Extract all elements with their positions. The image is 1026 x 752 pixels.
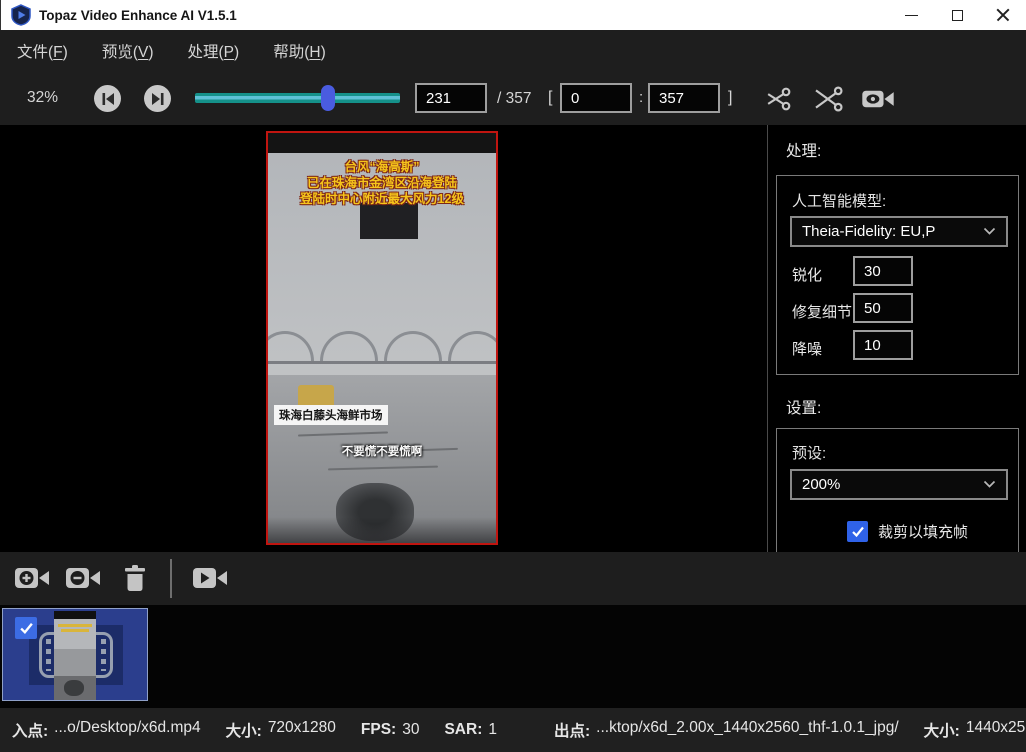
status-sar: SAR:1 — [444, 721, 497, 739]
remove-video-button[interactable] — [65, 563, 101, 593]
camera-plus-icon — [14, 565, 50, 591]
range-end-input[interactable] — [648, 83, 720, 113]
timeline-handle[interactable] — [321, 85, 335, 111]
camera-play-icon — [192, 565, 228, 591]
total-frames-label: / 357 — [497, 90, 531, 108]
preset-select-value: 200% — [802, 476, 983, 493]
status-output-path: 出点:...ktop/x6d_2.00x_1440x2560_thf-1.0.1… — [554, 719, 899, 741]
sharpen-input[interactable] — [853, 256, 913, 286]
window-title: Topaz Video Enhance AI V1.5.1 — [39, 8, 237, 23]
zoom-percent-label: 32% — [27, 89, 58, 107]
camera-eye-icon — [861, 87, 895, 111]
scissors-split-icon — [814, 86, 844, 112]
clip-strip — [0, 605, 1026, 708]
topaz-logo-icon — [10, 4, 32, 26]
status-output-size: 大小:1440x2560 — [924, 719, 1026, 741]
clip-toolbar — [0, 552, 1026, 605]
processing-header: 处理: — [786, 139, 821, 161]
camera-minus-icon — [65, 565, 101, 591]
clip-thumbnail-selected[interactable] — [2, 608, 148, 701]
minimize-icon — [905, 15, 918, 16]
skip-back-icon — [101, 92, 115, 106]
menu-file[interactable]: 文件(F) — [13, 36, 72, 66]
range-start-input[interactable] — [560, 83, 632, 113]
cut-button[interactable] — [762, 85, 796, 113]
menu-help[interactable]: 帮助(H) — [269, 36, 330, 66]
settings-header: 设置: — [786, 396, 821, 418]
range-open-bracket: [ — [548, 89, 552, 107]
crop-to-fill-label: 裁剪以填充帧 — [878, 521, 968, 542]
menu-bar: 文件(F) 预览(V) 处理(P) 帮助(H) — [0, 30, 1026, 72]
model-select[interactable]: Theia-Fidelity: EU,P — [790, 216, 1008, 247]
scissors-icon — [765, 86, 793, 112]
denoise-label: 降噪 — [792, 338, 822, 359]
preset-label: 预设: — [792, 442, 826, 463]
menu-preview[interactable]: 预览(V) — [98, 36, 158, 66]
process-video-button[interactable] — [192, 563, 228, 593]
clip-select-checkbox[interactable] — [15, 617, 37, 639]
window-controls — [888, 0, 1026, 30]
preview-button[interactable] — [861, 85, 895, 113]
thumbnail-image — [54, 611, 96, 700]
close-button[interactable] — [980, 0, 1026, 30]
chevron-down-icon — [983, 227, 996, 236]
prev-frame-button[interactable] — [94, 85, 121, 112]
playback-toolbar: 32% / 357 [ : ] — [0, 72, 1026, 125]
settings-group: 预设: 200% 裁剪以填充帧 — [776, 428, 1019, 552]
restore-detail-input[interactable] — [853, 293, 913, 323]
video-viewport: 台风“海高斯” 已在珠海市金湾区沿海登陆 登陆时中心附近最大风力12级 — [0, 125, 767, 552]
app-window: Topaz Video Enhance AI V1.5.1 文件(F) 预览(V… — [0, 0, 1026, 752]
maximize-icon — [952, 10, 963, 21]
check-icon — [19, 621, 34, 635]
video-overlay-title: 台风“海高斯” 已在珠海市金湾区沿海登陆 登陆时中心附近最大风力12级 — [268, 159, 496, 207]
video-location-label: 珠海白藤头海鲜市场 — [274, 405, 388, 425]
video-preview: 台风“海高斯” 已在珠海市金湾区沿海登陆 登陆时中心附近最大风力12级 — [266, 131, 498, 545]
menu-process[interactable]: 处理(P) — [184, 36, 244, 66]
restore-detail-label: 修复细节 — [792, 301, 852, 322]
minimize-button[interactable] — [888, 0, 934, 30]
video-top-bar — [268, 133, 496, 153]
current-frame-input[interactable] — [415, 83, 487, 113]
crop-to-fill-row: 裁剪以填充帧 — [847, 521, 968, 542]
check-icon — [851, 525, 865, 538]
split-button[interactable] — [812, 85, 846, 113]
main-area: 台风“海高斯” 已在珠海市金湾区沿海登陆 登陆时中心附近最大风力12级 — [0, 125, 1026, 552]
delete-video-button[interactable] — [117, 563, 153, 593]
skip-forward-icon — [151, 92, 165, 106]
crop-to-fill-checkbox[interactable] — [847, 521, 868, 542]
ai-model-label: 人工智能模型: — [792, 190, 886, 211]
close-icon — [996, 8, 1010, 22]
trash-icon — [122, 564, 148, 592]
toolbar-divider — [170, 559, 172, 598]
next-frame-button[interactable] — [144, 85, 171, 112]
status-bar: 入点:...o/Desktop/x6d.mp4 大小:720x1280 FPS:… — [0, 708, 1026, 752]
title-bar: Topaz Video Enhance AI V1.5.1 — [0, 0, 1026, 30]
video-bridge — [268, 321, 496, 375]
side-panel: 处理: 人工智能模型: Theia-Fidelity: EU,P 锐化 修复细节… — [767, 125, 1026, 552]
range-close-bracket: ] — [728, 89, 732, 107]
maximize-button[interactable] — [934, 0, 980, 30]
status-input-size: 大小:720x1280 — [226, 719, 336, 741]
denoise-input[interactable] — [853, 330, 913, 360]
sharpen-label: 锐化 — [792, 264, 822, 285]
timeline-slider[interactable] — [195, 93, 400, 103]
status-input-path: 入点:...o/Desktop/x6d.mp4 — [12, 719, 201, 741]
video-dark-box — [360, 203, 418, 239]
chevron-down-icon — [983, 480, 996, 489]
status-fps: FPS:30 — [361, 721, 420, 739]
range-separator: : — [639, 89, 643, 106]
video-bottom-shade — [268, 517, 496, 543]
video-subtitle: 不要慌不要慌啊 — [268, 443, 496, 459]
preset-select[interactable]: 200% — [790, 469, 1008, 500]
add-video-button[interactable] — [14, 563, 50, 593]
model-select-value: Theia-Fidelity: EU,P — [802, 223, 983, 240]
model-group: 人工智能模型: Theia-Fidelity: EU,P 锐化 修复细节 降噪 — [776, 175, 1019, 375]
